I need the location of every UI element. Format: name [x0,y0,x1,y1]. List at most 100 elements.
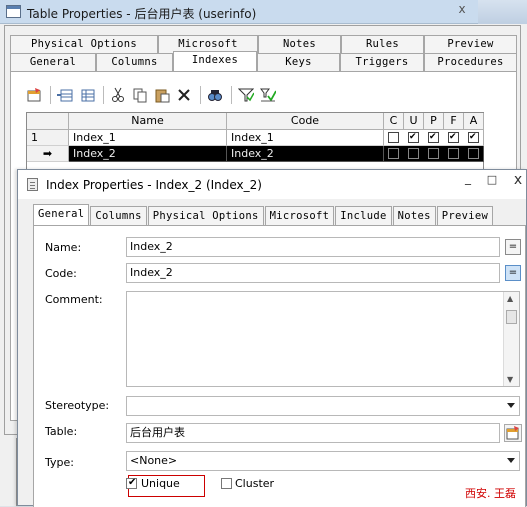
code-label: Code: [45,267,77,280]
filter-icon[interactable] [236,85,256,105]
comment-label: Comment: [45,293,103,306]
row-flags [384,130,484,146]
column-header-a[interactable]: A [464,113,484,130]
scroll-up-icon[interactable]: ▲ [507,294,513,303]
inner-title-bar: Index Properties - Index_2 (Index_2) _ □… [18,170,526,199]
comment-textarea[interactable]: ▲ ▼ [126,291,520,387]
checkbox-primary[interactable] [428,148,439,159]
checkbox-cluster[interactable] [388,132,399,143]
unique-checkbox[interactable] [126,477,137,489]
code-field[interactable]: Index_2 [126,263,500,283]
tab-preview[interactable]: Preview [424,35,517,53]
table-icon [6,5,21,18]
indexes-grid[interactable]: Name Code C U P F A 1 Index_1 Index_1 ➡ … [26,112,484,172]
chevron-down-icon [507,403,515,408]
tab-notes[interactable]: Notes [258,35,341,53]
tab-indexes[interactable]: Indexes [173,51,257,71]
tab-keys[interactable]: Keys [257,53,340,71]
inner-tab-notes[interactable]: Notes [392,206,436,225]
inner-tab-row: General Columns Physical Options Microso… [33,204,494,226]
checkbox-unique[interactable] [408,132,419,143]
minimize-button[interactable]: _ [458,172,478,189]
checkbox-foreign[interactable] [448,148,459,159]
toolbar-separator [103,86,104,104]
cluster-label[interactable]: Cluster [235,477,274,490]
row-flags [384,146,484,162]
chevron-down-icon [507,458,515,463]
table-properties-button[interactable] [504,424,522,442]
tab-general[interactable]: General [10,53,96,71]
inner-window-title: Index Properties - Index_2 (Index_2) [46,178,262,192]
type-select[interactable]: <None> [126,451,520,471]
cluster-checkbox[interactable] [221,478,232,489]
inner-tab-preview[interactable]: Preview [436,206,494,225]
tab-rules[interactable]: Rules [341,35,424,53]
stereotype-select[interactable] [126,396,520,416]
grid-corner-header [27,113,69,130]
grid-toolbar [24,84,280,106]
name-code-sync-button[interactable]: = [505,239,521,255]
inner-tab-physical-options[interactable]: Physical Options [147,206,264,225]
inner-tab-columns[interactable]: Columns [90,206,147,225]
type-label: Type: [45,456,74,469]
properties-sheet-icon [27,178,38,191]
tab-physical-options[interactable]: Physical Options [10,35,158,53]
paste-icon[interactable] [152,85,172,105]
name-label: Name: [45,241,82,254]
toolbar-separator [50,86,51,104]
tab-row-1: Physical Options Microsoft Notes Rules P… [10,35,517,53]
table-label: Table: [45,425,78,438]
outer-window-edge [0,438,17,506]
outer-window-title: Table Properties - 后台用户表 (userinfo) [27,7,257,21]
tab-columns[interactable]: Columns [96,53,173,71]
checkbox-foreign[interactable] [448,132,459,143]
customize-columns-icon[interactable] [258,85,278,105]
column-header-u[interactable]: U [404,113,424,130]
scroll-down-icon[interactable]: ▼ [507,375,513,384]
close-button[interactable]: x [508,173,527,189]
checkbox-alternate[interactable] [468,148,479,159]
add-row-icon[interactable] [55,85,75,105]
insert-row-icon[interactable] [77,85,97,105]
column-header-code[interactable]: Code [227,113,384,130]
table-field: 后台用户表 [126,423,500,443]
find-icon[interactable] [205,85,225,105]
tab-triggers[interactable]: Triggers [340,53,424,71]
tab-row-2: General Columns Indexes Keys Triggers Pr… [10,51,517,71]
stereotype-label: Stereotype: [45,399,110,412]
cell-index-name[interactable]: Index_1 [69,130,227,146]
type-value: <None> [130,454,178,467]
row-marker-current[interactable]: ➡ [27,146,69,162]
properties-icon[interactable] [24,85,44,105]
inner-tab-microsoft[interactable]: Microsoft [264,206,335,225]
delete-icon[interactable] [174,85,194,105]
cut-icon[interactable] [108,85,128,105]
comment-scrollbar[interactable]: ▲ ▼ [503,292,519,386]
column-header-name[interactable]: Name [69,113,227,130]
outer-close-button[interactable]: x [452,1,472,19]
checkbox-primary[interactable] [428,132,439,143]
watermark-text: 西安. 王磊 [465,487,516,500]
cell-index-code[interactable]: Index_1 [227,130,384,146]
cell-index-name[interactable]: Index_2 [69,146,227,162]
column-header-c[interactable]: C [384,113,404,130]
column-header-f[interactable]: F [444,113,464,130]
inner-tab-include[interactable]: Include [335,206,392,225]
column-header-p[interactable]: P [424,113,444,130]
checkbox-alternate[interactable] [468,132,479,143]
code-sync-button[interactable]: = [505,265,521,281]
row-marker[interactable]: 1 [27,130,69,146]
maximize-button[interactable]: □ [482,173,502,189]
scroll-thumb[interactable] [506,310,517,324]
outer-title-bar-controls [478,0,527,24]
index-properties-window: Index Properties - Index_2 (Index_2) _ □… [17,169,527,507]
checkbox-cluster[interactable] [388,148,399,159]
cell-index-code[interactable]: Index_2 [227,146,384,162]
toolbar-separator [231,86,232,104]
copy-icon[interactable] [130,85,150,105]
tab-procedures[interactable]: Procedures [424,53,517,71]
name-field[interactable]: Index_2 [126,237,500,257]
inner-tab-general[interactable]: General [33,204,90,225]
checkbox-unique[interactable] [408,148,419,159]
unique-label[interactable]: Unique [141,477,180,490]
